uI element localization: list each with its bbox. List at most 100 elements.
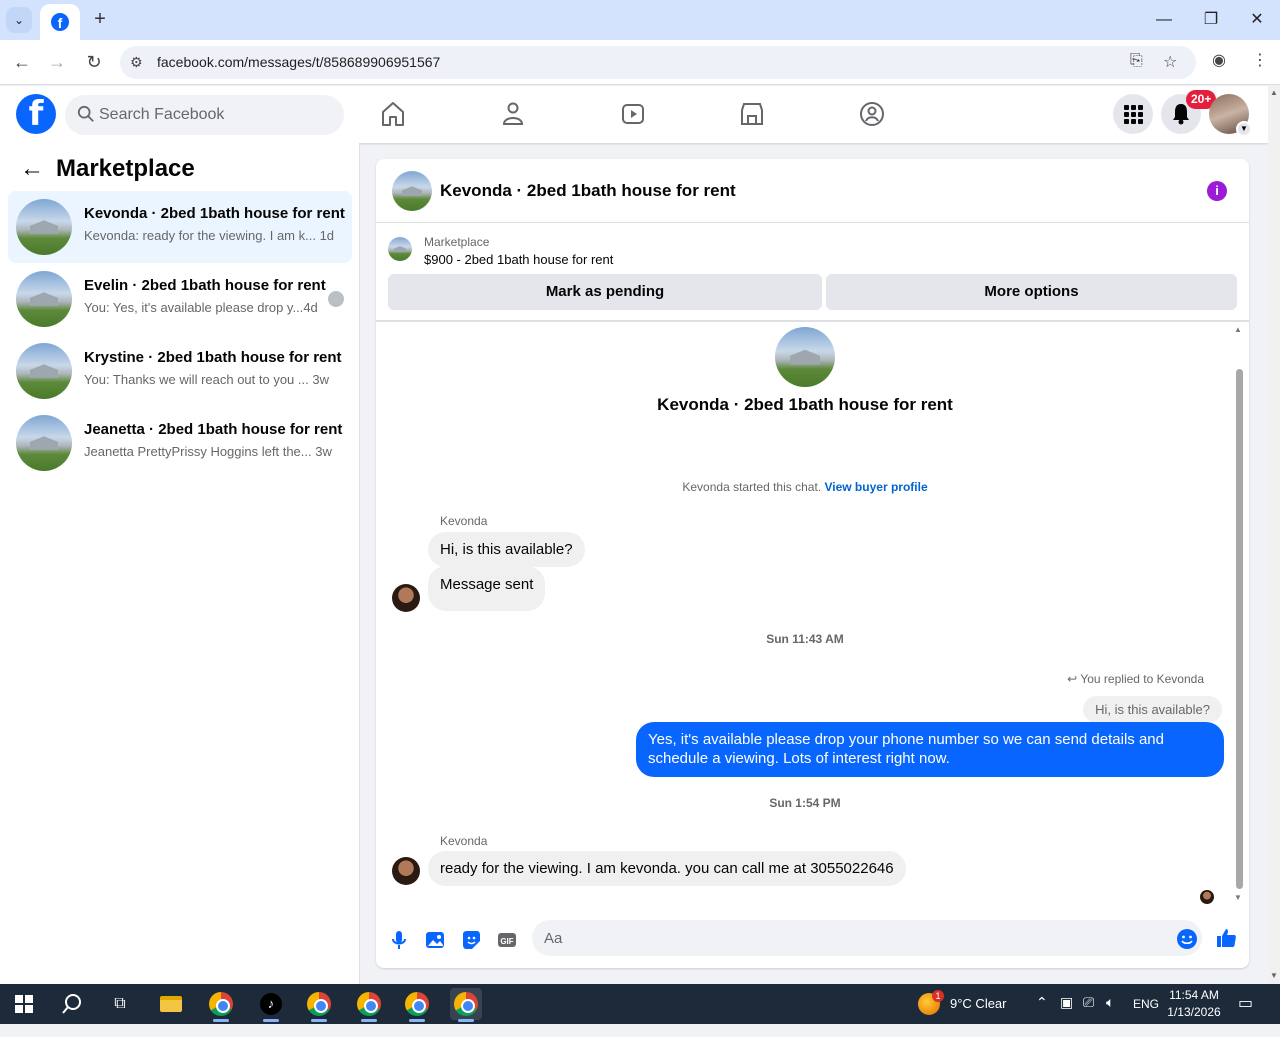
chrome-taskbar-icon-active[interactable]	[450, 988, 482, 1022]
minimize-icon[interactable]: —	[1152, 8, 1176, 32]
view-buyer-profile-link[interactable]: View buyer profile	[824, 480, 927, 494]
friends-icon[interactable]	[500, 100, 526, 128]
chrome-taskbar-icon[interactable]	[303, 988, 335, 1022]
outgoing-message-bubble[interactable]: Yes, it's available please drop your pho…	[636, 722, 1224, 777]
message-input[interactable]	[544, 920, 1144, 956]
search-input[interactable]	[99, 95, 329, 135]
tiktok-taskbar-icon[interactable]: ♪	[255, 988, 287, 1022]
conversation-snippet: Kevonda: ready for the viewing. I am k..…	[84, 228, 335, 243]
close-window-icon[interactable]: ✕	[1245, 8, 1269, 32]
sender-avatar[interactable]	[392, 584, 420, 612]
panel-header: ← Marketplace	[20, 155, 195, 183]
windows-start-icon[interactable]	[8, 988, 40, 1020]
back-arrow-icon[interactable]: ←	[20, 155, 46, 183]
timestamp: Sun 1:54 PM	[769, 796, 841, 810]
conversation-name: Jeanetta · 2bed 1bath house for rent	[84, 421, 343, 438]
emoji-icon[interactable]	[1176, 928, 1198, 950]
chevron-down-icon: ▼	[1236, 121, 1252, 137]
browser-menu-icon[interactable]: ⋮	[1252, 50, 1268, 70]
new-tab-icon[interactable]: +	[88, 8, 112, 32]
listing-thumbnail	[16, 199, 72, 255]
chrome-taskbar-icon[interactable]	[353, 988, 385, 1022]
reload-icon[interactable]: ↻	[82, 50, 106, 74]
conversation-item[interactable]: Jeanetta · 2bed 1bath house for rent Jea…	[8, 407, 352, 479]
conversation-snippet: You: Yes, it's available please drop y..…	[84, 300, 318, 315]
weather-text[interactable]: 9°C Clear	[950, 996, 1007, 1036]
marketplace-icon[interactable]	[739, 100, 765, 128]
chat-panel: Kevonda · 2bed 1bath house for rent i Ma…	[376, 159, 1249, 968]
taskbar-clock[interactable]: 11:54 AM 1/13/2026	[1164, 988, 1224, 1028]
mark-as-pending-button[interactable]: Mark as pending	[388, 274, 822, 310]
chrome-taskbar-icon[interactable]	[205, 988, 237, 1022]
video-icon[interactable]	[620, 100, 646, 128]
message-input-box[interactable]	[532, 920, 1202, 956]
svg-text:GIF: GIF	[500, 937, 513, 946]
language-indicator[interactable]: ENG	[1133, 997, 1159, 1037]
windows-taskbar: ⧉ ♪ 1 9°C Clear ⌃ ▣ ⎚ 🔈︎ ENG 11:54 AM 1/…	[0, 984, 1280, 1024]
chat-scrollbar[interactable]	[1236, 369, 1243, 889]
task-view-icon[interactable]: ⧉	[104, 988, 136, 1020]
browser-tab-strip: ⌄ f + — ❐ ✕	[0, 0, 1280, 40]
account-avatar[interactable]: ▼	[1209, 94, 1252, 137]
forward-icon[interactable]: →	[45, 50, 69, 74]
address-bar[interactable]: ⚙ facebook.com/messages/t/85868990695156…	[120, 46, 1196, 79]
chat-listing-thumbnail[interactable]	[392, 171, 432, 211]
like-thumb-icon[interactable]	[1215, 927, 1237, 949]
message-bubble[interactable]: Message sent	[428, 566, 546, 611]
intro-title: Kevonda · 2bed 1bath house for rent	[657, 395, 953, 414]
info-icon[interactable]: i	[1207, 181, 1227, 201]
chrome-taskbar-icon[interactable]	[401, 988, 433, 1022]
back-icon[interactable]: ←	[10, 50, 34, 74]
conversation-item[interactable]: Evelin · 2bed 1bath house for rent You: …	[8, 263, 352, 335]
conversation-snippet: Jeanetta PrettyPrissy Hoggins left the..…	[84, 444, 332, 459]
reply-arrow-icon: ↩	[1067, 672, 1078, 686]
home-icon[interactable]	[380, 100, 406, 128]
scroll-up-arrow-icon[interactable]: ▲	[1234, 325, 1242, 334]
gif-icon[interactable]: GIF	[496, 929, 518, 951]
restore-icon[interactable]: ❐	[1199, 8, 1223, 32]
bookmark-star-icon[interactable]: ☆	[1163, 52, 1177, 72]
seen-indicator-icon	[328, 291, 344, 307]
search-box[interactable]	[65, 95, 344, 135]
facebook-logo[interactable]: f	[16, 94, 56, 134]
listing-small-thumbnail	[388, 237, 412, 261]
message-bubble[interactable]: ready for the viewing. I am kevonda. you…	[428, 851, 906, 886]
chat-title[interactable]: Kevonda · 2bed 1bath house for rent	[440, 181, 736, 201]
scroll-down-arrow-icon[interactable]: ▼	[1234, 893, 1242, 902]
groups-icon[interactable]	[859, 100, 885, 128]
quoted-message[interactable]: Hi, is this available?	[1083, 696, 1222, 723]
profile-icon[interactable]: ◉	[1212, 50, 1226, 70]
photo-icon[interactable]	[424, 929, 446, 951]
microphone-icon[interactable]	[388, 929, 410, 951]
sender-avatar[interactable]	[392, 857, 420, 885]
meet-now-icon[interactable]: ▣	[1060, 994, 1073, 1034]
chat-header: Kevonda · 2bed 1bath house for rent i	[376, 159, 1249, 223]
menu-grid-icon[interactable]	[1113, 94, 1153, 134]
listing-thumbnail	[16, 271, 72, 327]
address-url[interactable]: facebook.com/messages/t/858689906951567	[157, 54, 440, 70]
more-options-button[interactable]: More options	[826, 274, 1237, 310]
conversation-item[interactable]: Krystine · 2bed 1bath house for rent You…	[8, 335, 352, 407]
install-app-icon[interactable]: ⎘	[1130, 52, 1143, 70]
conversation-name: Evelin · 2bed 1bath house for rent	[84, 277, 326, 294]
conversation-snippet: You: Thanks we will reach out to you ...…	[84, 372, 329, 387]
conversation-name: Kevonda · 2bed 1bath house for rent	[84, 205, 345, 222]
sticker-icon[interactable]	[460, 929, 482, 951]
conversation-item[interactable]: Kevonda · 2bed 1bath house for rent Kevo…	[8, 191, 352, 263]
listing-thumbnail	[16, 343, 72, 399]
chat-started-notice: Kevonda started this chat. View buyer pr…	[682, 480, 928, 494]
listing-thumbnail	[16, 415, 72, 471]
tab-search-dropdown-icon[interactable]: ⌄	[6, 7, 32, 33]
sender-name: Kevonda	[440, 514, 488, 528]
notification-center-icon[interactable]: ▭	[1238, 993, 1253, 1033]
weather-icon[interactable]: 1	[918, 990, 944, 1015]
site-info-icon[interactable]: ⚙	[130, 54, 143, 71]
taskbar-search-icon[interactable]	[56, 988, 88, 1020]
browser-tab-facebook[interactable]: f	[40, 4, 80, 40]
volume-icon[interactable]: 🔈︎	[1106, 994, 1114, 1034]
file-explorer-icon[interactable]	[155, 988, 187, 1020]
page-scrollbar[interactable]: ▲ ▼	[1268, 86, 1280, 984]
network-icon[interactable]: ⎚	[1083, 994, 1094, 1034]
tray-chevron-up-icon[interactable]: ⌃	[1036, 994, 1048, 1034]
message-bubble[interactable]: Hi, is this available?	[428, 532, 585, 567]
